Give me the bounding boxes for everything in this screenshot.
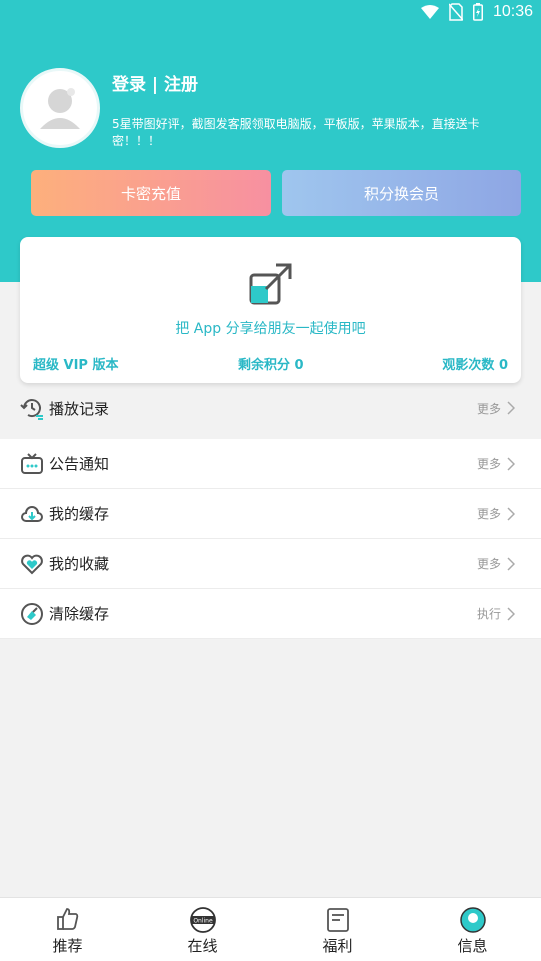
heart-icon	[21, 554, 43, 575]
online-globe-icon: Online	[189, 907, 216, 933]
tab-recommend[interactable]: 推荐	[0, 898, 135, 961]
menu-item-my-cache[interactable]: 我的缓存 更多	[0, 489, 541, 539]
thumbs-up-icon	[56, 908, 78, 930]
execute-link[interactable]: 执行	[477, 605, 501, 622]
chevron-right-icon	[507, 401, 515, 415]
announcement-icon	[21, 453, 43, 474]
cloud-icon	[21, 506, 43, 522]
svg-text:Online: Online	[193, 918, 213, 925]
no-sim-icon	[448, 3, 463, 21]
menu-item-label: 我的收藏	[49, 555, 110, 573]
recharge-button[interactable]: 卡密充值	[31, 170, 271, 216]
tab-label: 推荐	[52, 937, 83, 955]
menu-item-clear-cache[interactable]: 清除缓存 执行	[0, 589, 541, 639]
tab-benefits[interactable]: 福利	[270, 898, 405, 961]
document-icon	[326, 908, 349, 932]
vip-version-label: 超级 VIP 版本	[33, 358, 119, 373]
tab-online[interactable]: Online 在线	[135, 898, 270, 961]
exchange-membership-button[interactable]: 积分换会员	[282, 170, 521, 216]
more-link[interactable]: 更多	[477, 455, 501, 472]
avatar[interactable]	[20, 68, 100, 148]
tab-label: 信息	[457, 937, 488, 955]
status-bar: 10:36	[0, 0, 541, 28]
menu-item-play-history[interactable]: 播放记录 更多	[0, 383, 541, 433]
more-link[interactable]: 更多	[477, 505, 501, 522]
chevron-right-icon	[507, 507, 515, 521]
history-icon	[20, 399, 43, 420]
menu-item-announcements[interactable]: 公告通知 更多	[0, 439, 541, 489]
tab-label: 在线	[187, 937, 218, 955]
battery-icon	[472, 3, 483, 21]
share-app-link[interactable]: 把 App 分享给朋友一起使用吧	[20, 318, 521, 338]
menu-item-favorites[interactable]: 我的收藏 更多	[0, 539, 541, 589]
tab-label: 福利	[322, 937, 353, 955]
chevron-right-icon	[507, 607, 515, 621]
more-link[interactable]: 更多	[477, 555, 501, 572]
broom-icon	[21, 603, 43, 625]
info-icon	[459, 907, 486, 933]
menu-list: 播放记录 更多 公告通知 更多 我的缓存 更多 我的收藏 更多 清除缓存 执行	[0, 383, 541, 639]
remaining-points: 剩余积分 0	[238, 358, 304, 373]
share-icon[interactable]	[248, 261, 294, 307]
tab-info[interactable]: 信息	[405, 898, 540, 961]
menu-item-label: 我的缓存	[49, 505, 110, 523]
login-register-link[interactable]: 登录 | 注册	[112, 70, 198, 95]
status-icons: 10:36	[420, 3, 533, 21]
promo-slogan: 5星带图好评，截图发客服领取电脑版，平板版，苹果版本，直接送卡密！！！	[112, 117, 480, 148]
status-time: 10:36	[492, 3, 533, 20]
menu-item-label: 播放记录	[49, 399, 110, 418]
wifi-icon	[420, 5, 439, 19]
menu-item-label: 清除缓存	[49, 605, 110, 623]
chevron-right-icon	[507, 557, 515, 571]
menu-item-label: 公告通知	[49, 455, 110, 473]
more-link[interactable]: 更多	[477, 400, 501, 417]
user-placeholder-icon	[40, 88, 80, 129]
share-card: 把 App 分享给朋友一起使用吧 超级 VIP 版本 剩余积分 0 观影次数 0	[20, 237, 521, 383]
chevron-right-icon	[507, 457, 515, 471]
view-count: 观影次数 0	[442, 358, 508, 373]
bottom-tab-bar: 推荐 Online 在线 福利 信息	[0, 897, 541, 961]
